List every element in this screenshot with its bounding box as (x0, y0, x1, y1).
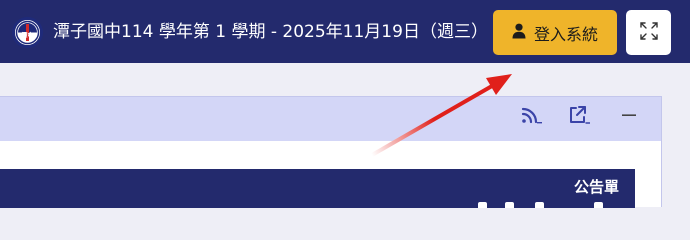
fullscreen-icon (639, 21, 658, 44)
school-logo-emblem: 潭中 (15, 20, 40, 45)
open-new-window-button[interactable] (567, 105, 591, 129)
minimize-icon (621, 107, 637, 127)
rss-button[interactable] (519, 105, 543, 129)
login-button[interactable]: 登入系統 (493, 10, 617, 55)
page-title: 潭子國中114 學年第 1 學期 - 2025年11月19日（週三） (53, 22, 488, 42)
tab-marker (478, 202, 487, 208)
login-button-label: 登入系統 (533, 24, 598, 44)
announcement-title-bar: 公告單 (0, 169, 635, 208)
tab-marker (505, 202, 514, 208)
top-navbar: 潭中 潭子國中114 學年第 1 學期 - 2025年11月19日（週三） 登入… (0, 0, 690, 63)
fullscreen-button[interactable] (626, 10, 671, 55)
school-logo: 潭中 (12, 17, 43, 48)
minimize-button[interactable] (617, 105, 641, 129)
tab-marker (535, 202, 544, 208)
rss-icon (520, 105, 542, 129)
school-logo-text: 潭中 (21, 32, 33, 40)
announcement-panel: 公告單 (0, 96, 662, 208)
tab-marker (594, 202, 603, 208)
user-icon (512, 23, 526, 43)
panel-header (0, 97, 661, 141)
announcement-title: 公告單 (573, 178, 619, 196)
external-link-icon (568, 105, 591, 129)
